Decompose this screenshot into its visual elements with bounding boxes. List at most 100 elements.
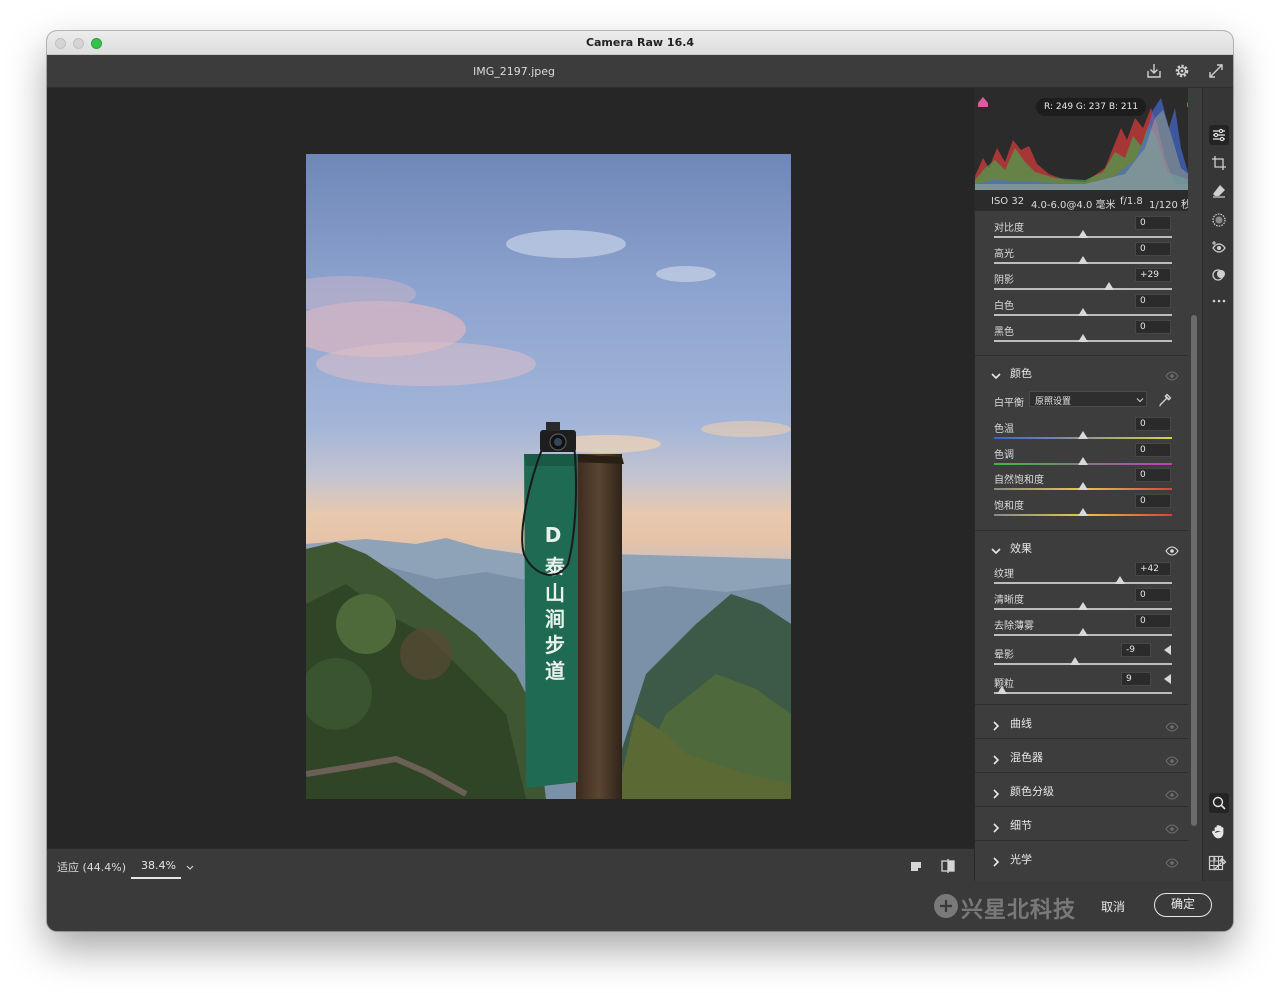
- slider-thumb[interactable]: [1078, 431, 1088, 439]
- slider-track[interactable]: [994, 288, 1172, 290]
- crop-icon[interactable]: [1209, 153, 1229, 173]
- eraser-icon[interactable]: [1209, 181, 1229, 201]
- before-after-icon[interactable]: [939, 857, 957, 875]
- slider-track[interactable]: [994, 582, 1172, 584]
- slider-tint[interactable]: 色调 0: [975, 442, 1189, 468]
- white-balance-value: 原照设置: [1035, 397, 1072, 407]
- slider-blacks[interactable]: 黑色 0: [975, 319, 1189, 345]
- chevron-right-icon[interactable]: [991, 716, 1001, 731]
- section-color-header[interactable]: 颜色: [975, 355, 1189, 387]
- slider-value-input[interactable]: 0: [1135, 588, 1171, 602]
- slider-value-input[interactable]: 0: [1135, 216, 1171, 230]
- slider-value-input[interactable]: 9: [1121, 672, 1151, 686]
- chevron-right-icon[interactable]: [991, 750, 1001, 765]
- chevron-down-icon[interactable]: [991, 366, 1001, 380]
- slider-value-input[interactable]: 0: [1135, 294, 1171, 308]
- eye-icon[interactable]: [1165, 541, 1179, 556]
- zoom-tool-icon[interactable]: [1209, 793, 1229, 813]
- shadow-clipping-icon[interactable]: [978, 92, 988, 107]
- slider-vibrance[interactable]: 自然饱和度 0: [975, 467, 1189, 493]
- section-effects-header[interactable]: 效果: [975, 530, 1189, 562]
- slider-thumb[interactable]: [1103, 282, 1114, 290]
- fullscreen-icon[interactable]: [1207, 62, 1225, 80]
- slider-label: 纹理: [994, 569, 1014, 580]
- section-mixer-header[interactable]: 混色器: [975, 738, 1189, 772]
- slider-contrast[interactable]: 对比度 0: [975, 215, 1189, 241]
- slider-value-input[interactable]: +29: [1135, 268, 1171, 282]
- eye-icon[interactable]: [1165, 717, 1179, 732]
- slider-value-input[interactable]: 0: [1135, 468, 1171, 482]
- grid-overlay-icon[interactable]: [1208, 855, 1226, 873]
- slider-track[interactable]: [994, 692, 1172, 694]
- hand-tool-icon[interactable]: [1209, 821, 1229, 841]
- slider-value-input[interactable]: 0: [1135, 443, 1171, 457]
- scrollbar-thumb[interactable]: [1191, 315, 1197, 826]
- eyedropper-icon[interactable]: [1157, 392, 1173, 408]
- panel-scrollbar[interactable]: [1188, 88, 1202, 881]
- red-eye-icon[interactable]: [1209, 238, 1229, 258]
- section-optics-header[interactable]: 光学: [975, 840, 1189, 874]
- slider-thumb[interactable]: [1069, 657, 1080, 665]
- section-detail-header[interactable]: 细节: [975, 806, 1189, 840]
- edit-panel: R: 249 G: 237 B: 211 ISO 32 4.0-6.0@4.0 …: [974, 88, 1201, 881]
- cancel-button[interactable]: 取消: [1093, 896, 1133, 917]
- slider-thumb[interactable]: [1078, 602, 1088, 610]
- slider-value-input[interactable]: +42: [1135, 562, 1171, 576]
- slider-thumb[interactable]: [1078, 308, 1088, 316]
- slider-texture[interactable]: 纹理 +42: [975, 561, 1189, 587]
- section-color-grading-header[interactable]: 颜色分级: [975, 772, 1189, 806]
- mask-icon[interactable]: [1209, 210, 1229, 230]
- image-canvas[interactable]: D 泰 山 涧 步 道: [47, 88, 974, 848]
- slider-thumb[interactable]: [1078, 457, 1088, 465]
- slider-value-input[interactable]: 0: [1135, 320, 1171, 334]
- slider-vignette[interactable]: 晕影 -9: [975, 642, 1189, 668]
- slider-track[interactable]: [994, 663, 1172, 665]
- chevron-right-icon[interactable]: [991, 818, 1001, 833]
- expand-vignette-icon[interactable]: [1164, 645, 1171, 655]
- zoom-fit-button[interactable]: 适应 (44.4%): [57, 859, 126, 875]
- chevron-right-icon[interactable]: [991, 852, 1001, 867]
- eye-icon[interactable]: [1165, 751, 1179, 766]
- slider-saturation[interactable]: 饱和度 0: [975, 493, 1189, 519]
- slider-whites[interactable]: 白色 0: [975, 293, 1189, 319]
- slider-clarity[interactable]: 清晰度 0: [975, 587, 1189, 613]
- single-view-icon[interactable]: [907, 857, 925, 875]
- edit-sliders-icon[interactable]: [1209, 125, 1229, 145]
- slider-thumb[interactable]: [1078, 256, 1088, 264]
- slider-value-input[interactable]: 0: [1135, 614, 1171, 628]
- slider-highlights[interactable]: 高光 0: [975, 241, 1189, 267]
- white-balance-select[interactable]: 原照设置: [1029, 391, 1147, 407]
- ok-button[interactable]: 确定: [1154, 893, 1212, 917]
- section-curve-header[interactable]: 曲线: [975, 704, 1189, 738]
- slider-thumb[interactable]: [1078, 628, 1088, 636]
- slider-thumb[interactable]: [1078, 508, 1088, 516]
- slider-grain[interactable]: 颗粒 9: [975, 671, 1189, 697]
- chevron-right-icon[interactable]: [991, 784, 1001, 799]
- eye-icon[interactable]: [1165, 366, 1179, 381]
- save-image-icon[interactable]: [1145, 62, 1163, 80]
- slider-value-input[interactable]: 0: [1135, 417, 1171, 431]
- slider-thumb[interactable]: [1078, 230, 1088, 238]
- zoom-dropdown-icon[interactable]: [183, 859, 197, 873]
- slider-thumb[interactable]: [1078, 334, 1088, 342]
- presets-icon[interactable]: [1209, 265, 1229, 285]
- slider-value-input[interactable]: -9: [1121, 643, 1151, 657]
- eye-icon[interactable]: [1165, 785, 1179, 800]
- svg-text:道: 道: [545, 659, 565, 683]
- slider-temperature[interactable]: 色温 0: [975, 416, 1189, 442]
- slider-thumb[interactable]: [997, 686, 1007, 694]
- eye-icon[interactable]: [1165, 819, 1179, 834]
- slider-thumb[interactable]: [1115, 576, 1126, 584]
- zoom-current-button[interactable]: 38.4%: [131, 851, 181, 879]
- photo-preview[interactable]: D 泰 山 涧 步 道: [306, 154, 791, 799]
- slider-dehaze[interactable]: 去除薄雾 0: [975, 613, 1189, 639]
- gear-icon[interactable]: [1173, 62, 1191, 80]
- slider-shadows[interactable]: 阴影 +29: [975, 267, 1189, 293]
- slider-thumb[interactable]: [1078, 482, 1088, 490]
- expand-grain-icon[interactable]: [1164, 674, 1171, 684]
- chevron-down-icon[interactable]: [991, 541, 1001, 555]
- slider-value-input[interactable]: 0: [1135, 494, 1171, 508]
- slider-value-input[interactable]: 0: [1135, 242, 1171, 256]
- more-options-icon[interactable]: [1209, 291, 1229, 311]
- eye-icon[interactable]: [1165, 853, 1179, 868]
